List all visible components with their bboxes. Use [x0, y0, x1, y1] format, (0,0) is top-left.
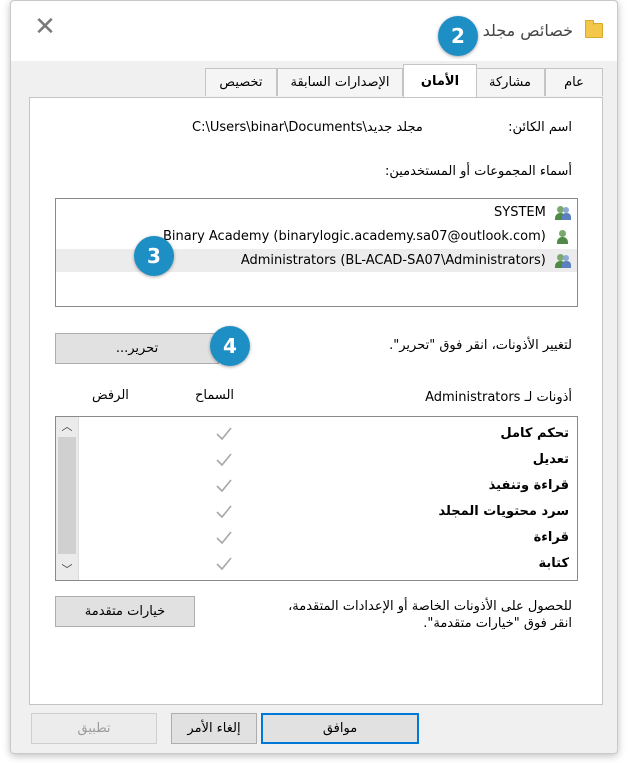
- groups-label: أسماء المجموعات أو المستخدمين:: [384, 164, 572, 179]
- security-panel: اسم الكائن: C:\Users\binar\Documents\مجل…: [29, 97, 603, 705]
- close-icon[interactable]: ✕: [33, 14, 57, 40]
- scroll-up-icon[interactable]: ︿: [60, 420, 74, 434]
- permission-name: كتابة: [538, 556, 569, 571]
- allow-check-icon[interactable]: [216, 453, 232, 467]
- advanced-button[interactable]: خيارات متقدمة: [55, 596, 195, 627]
- list-item[interactable]: SYSTEM: [494, 201, 571, 224]
- folder-properties-dialog: ✕ خصائص مجلد عام مشاركة الأمان الإصدارات…: [10, 0, 618, 754]
- tab-sharing[interactable]: مشاركة: [475, 68, 545, 96]
- deny-header: الرفض: [92, 388, 129, 403]
- permission-row: سرد محتويات المجلد: [78, 499, 577, 525]
- allow-check-icon[interactable]: [216, 531, 232, 545]
- callout-badge-4: 4: [210, 326, 250, 366]
- object-name-label: اسم الكائن:: [508, 120, 572, 135]
- tab-previous-versions[interactable]: الإصدارات السابقة: [277, 68, 403, 96]
- callout-badge-2: 2: [438, 16, 478, 56]
- ok-button[interactable]: موافق: [261, 713, 419, 744]
- permissions-label: أذونات لـ Administrators: [425, 390, 572, 405]
- allow-check-icon[interactable]: [216, 479, 232, 493]
- scrollbar[interactable]: ︿ ﹀: [56, 417, 79, 580]
- users-group-icon: [555, 253, 571, 268]
- tab-security[interactable]: الأمان: [403, 64, 477, 97]
- user-name: Binary Academy (binarylogic.academy.sa07…: [162, 229, 546, 244]
- apply-button[interactable]: تطبيق: [31, 713, 157, 744]
- permission-row: تحكم كامل: [78, 421, 577, 447]
- window-title: خصائص مجلد: [482, 21, 573, 40]
- tab-general[interactable]: عام: [545, 68, 603, 96]
- user-name: Administrators (BL-ACAD-SA07\Administrat…: [240, 253, 546, 268]
- permission-name: تحكم كامل: [500, 426, 569, 441]
- advanced-hint: للحصول على الأذونات الخاصة أو الإعدادات …: [288, 599, 572, 631]
- permission-row: قراءة: [78, 525, 577, 551]
- object-name-value: C:\Users\binar\Documents\مجلد جديد: [192, 120, 423, 135]
- allow-check-icon[interactable]: [216, 505, 232, 519]
- scroll-down-icon[interactable]: ﹀: [60, 563, 74, 577]
- permission-row: كتابة: [78, 551, 577, 577]
- permission-name: قراءة وتنفيذ: [488, 478, 569, 493]
- user-name: SYSTEM: [494, 205, 546, 220]
- list-item[interactable]: Binary Academy (binarylogic.academy.sa07…: [163, 225, 571, 248]
- permission-name: سرد محتويات المجلد: [438, 504, 569, 519]
- permission-name: تعديل: [532, 452, 569, 467]
- permission-row: تعديل: [78, 447, 577, 473]
- scroll-thumb[interactable]: [58, 437, 76, 554]
- folder-icon: [585, 20, 603, 38]
- allow-check-icon[interactable]: [216, 427, 232, 441]
- permission-row: قراءة وتنفيذ: [78, 473, 577, 499]
- edit-hint: لتغيير الأذونات، انقر فوق "تحرير".: [389, 338, 572, 353]
- allow-header: السماح: [195, 388, 235, 403]
- permission-name: قراءة: [533, 530, 569, 545]
- callout-badge-3: 3: [134, 236, 174, 276]
- edit-button[interactable]: تحرير...: [55, 333, 219, 364]
- cancel-button[interactable]: إلغاء الأمر: [171, 713, 257, 744]
- tab-customize[interactable]: تخصيص: [205, 68, 277, 96]
- users-group-icon: [555, 205, 571, 220]
- permissions-list[interactable]: ︿ ﹀ تحكم كامل تعديل قراءة وتنفيذ سرد محتويا…: [55, 416, 578, 581]
- user-icon: [555, 229, 571, 244]
- title-bar: ✕ خصائص مجلد: [11, 1, 617, 61]
- allow-check-icon[interactable]: [216, 557, 232, 571]
